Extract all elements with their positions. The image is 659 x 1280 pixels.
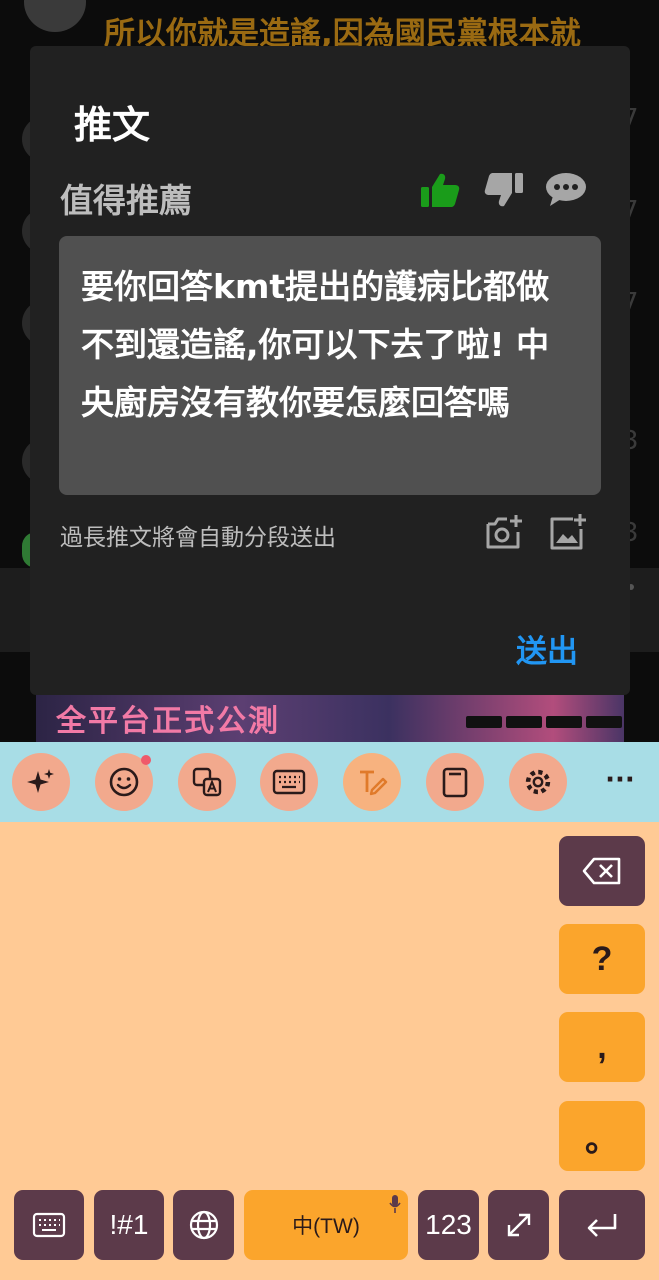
keyboard-switch-key[interactable] <box>14 1190 84 1260</box>
handwriting-button[interactable] <box>343 753 401 811</box>
clipboard-icon <box>442 767 468 798</box>
question-key[interactable]: ? <box>559 924 645 994</box>
emoji-button[interactable] <box>95 753 153 811</box>
notification-dot <box>141 755 151 765</box>
thumb-down-icon <box>484 173 523 207</box>
resize-key[interactable] <box>488 1190 549 1260</box>
expand-icon <box>507 1213 530 1237</box>
emoji-icon <box>109 767 139 797</box>
settings-button[interactable] <box>509 753 567 811</box>
comment-button[interactable] <box>544 168 588 212</box>
backspace-icon <box>582 857 621 885</box>
globe-icon <box>189 1210 218 1240</box>
settings-icon <box>525 769 551 795</box>
thumb-up-button[interactable] <box>418 168 462 212</box>
store-badges <box>466 716 622 728</box>
comma-key[interactable]: , <box>559 1012 645 1082</box>
keyboard-toolbar: ··· <box>0 742 659 822</box>
handwriting-icon <box>360 770 388 796</box>
add-photo-button[interactable] <box>484 512 524 552</box>
dialog-title: 推文 <box>74 103 151 147</box>
image-plus-icon <box>550 514 586 550</box>
space-key[interactable]: 中(TW) <box>244 1190 408 1260</box>
thumb-up-icon <box>421 173 460 207</box>
speech-bubble-icon <box>546 173 586 206</box>
translate-icon <box>192 767 222 797</box>
language-key[interactable] <box>173 1190 234 1260</box>
symbols-key[interactable]: !#1 <box>94 1190 164 1260</box>
send-button[interactable]: 送出 <box>516 626 578 671</box>
ad-banner[interactable]: 全平台正式公測 <box>36 694 624 742</box>
ai-sparkle-button[interactable] <box>12 753 70 811</box>
keyboard-icon <box>272 769 306 795</box>
add-image-button[interactable] <box>548 512 588 552</box>
camera-plus-icon <box>486 515 522 549</box>
comment-input[interactable]: 要你回答kmt提出的護病比都做不到還造謠,你可以下去了啦! 中央廚房沒有教你要怎… <box>59 236 601 495</box>
comment-dialog: 推文 值得推薦 要你回答kmt提出的護病比都做不到還造謠,你可以下去了啦! 中央… <box>30 46 630 695</box>
keyboard-body: ? , 。 !#1 中(TW) 123 <box>0 822 659 1280</box>
period-key[interactable]: 。 <box>559 1101 645 1171</box>
keyboard-mode-button[interactable] <box>260 753 318 811</box>
thumb-down-button[interactable] <box>482 168 526 212</box>
microphone-icon <box>389 1195 401 1213</box>
enter-key[interactable] <box>559 1190 645 1260</box>
chat-icon <box>24 0 86 32</box>
backspace-key[interactable] <box>559 836 645 906</box>
hint-text: 過長推文將會自動分段送出 <box>60 525 336 551</box>
numbers-key[interactable]: 123 <box>418 1190 479 1260</box>
sparkle-icon <box>27 769 54 793</box>
keyboard-icon <box>32 1212 66 1238</box>
clipboard-button[interactable] <box>426 753 484 811</box>
translate-button[interactable] <box>178 753 236 811</box>
space-key-label: 中(TW) <box>292 1215 360 1238</box>
more-icon[interactable]: ··· <box>600 762 640 802</box>
enter-icon <box>587 1214 617 1237</box>
banner-text: 全平台正式公測 <box>56 704 280 739</box>
rating-label: 值得推薦 <box>60 181 192 220</box>
